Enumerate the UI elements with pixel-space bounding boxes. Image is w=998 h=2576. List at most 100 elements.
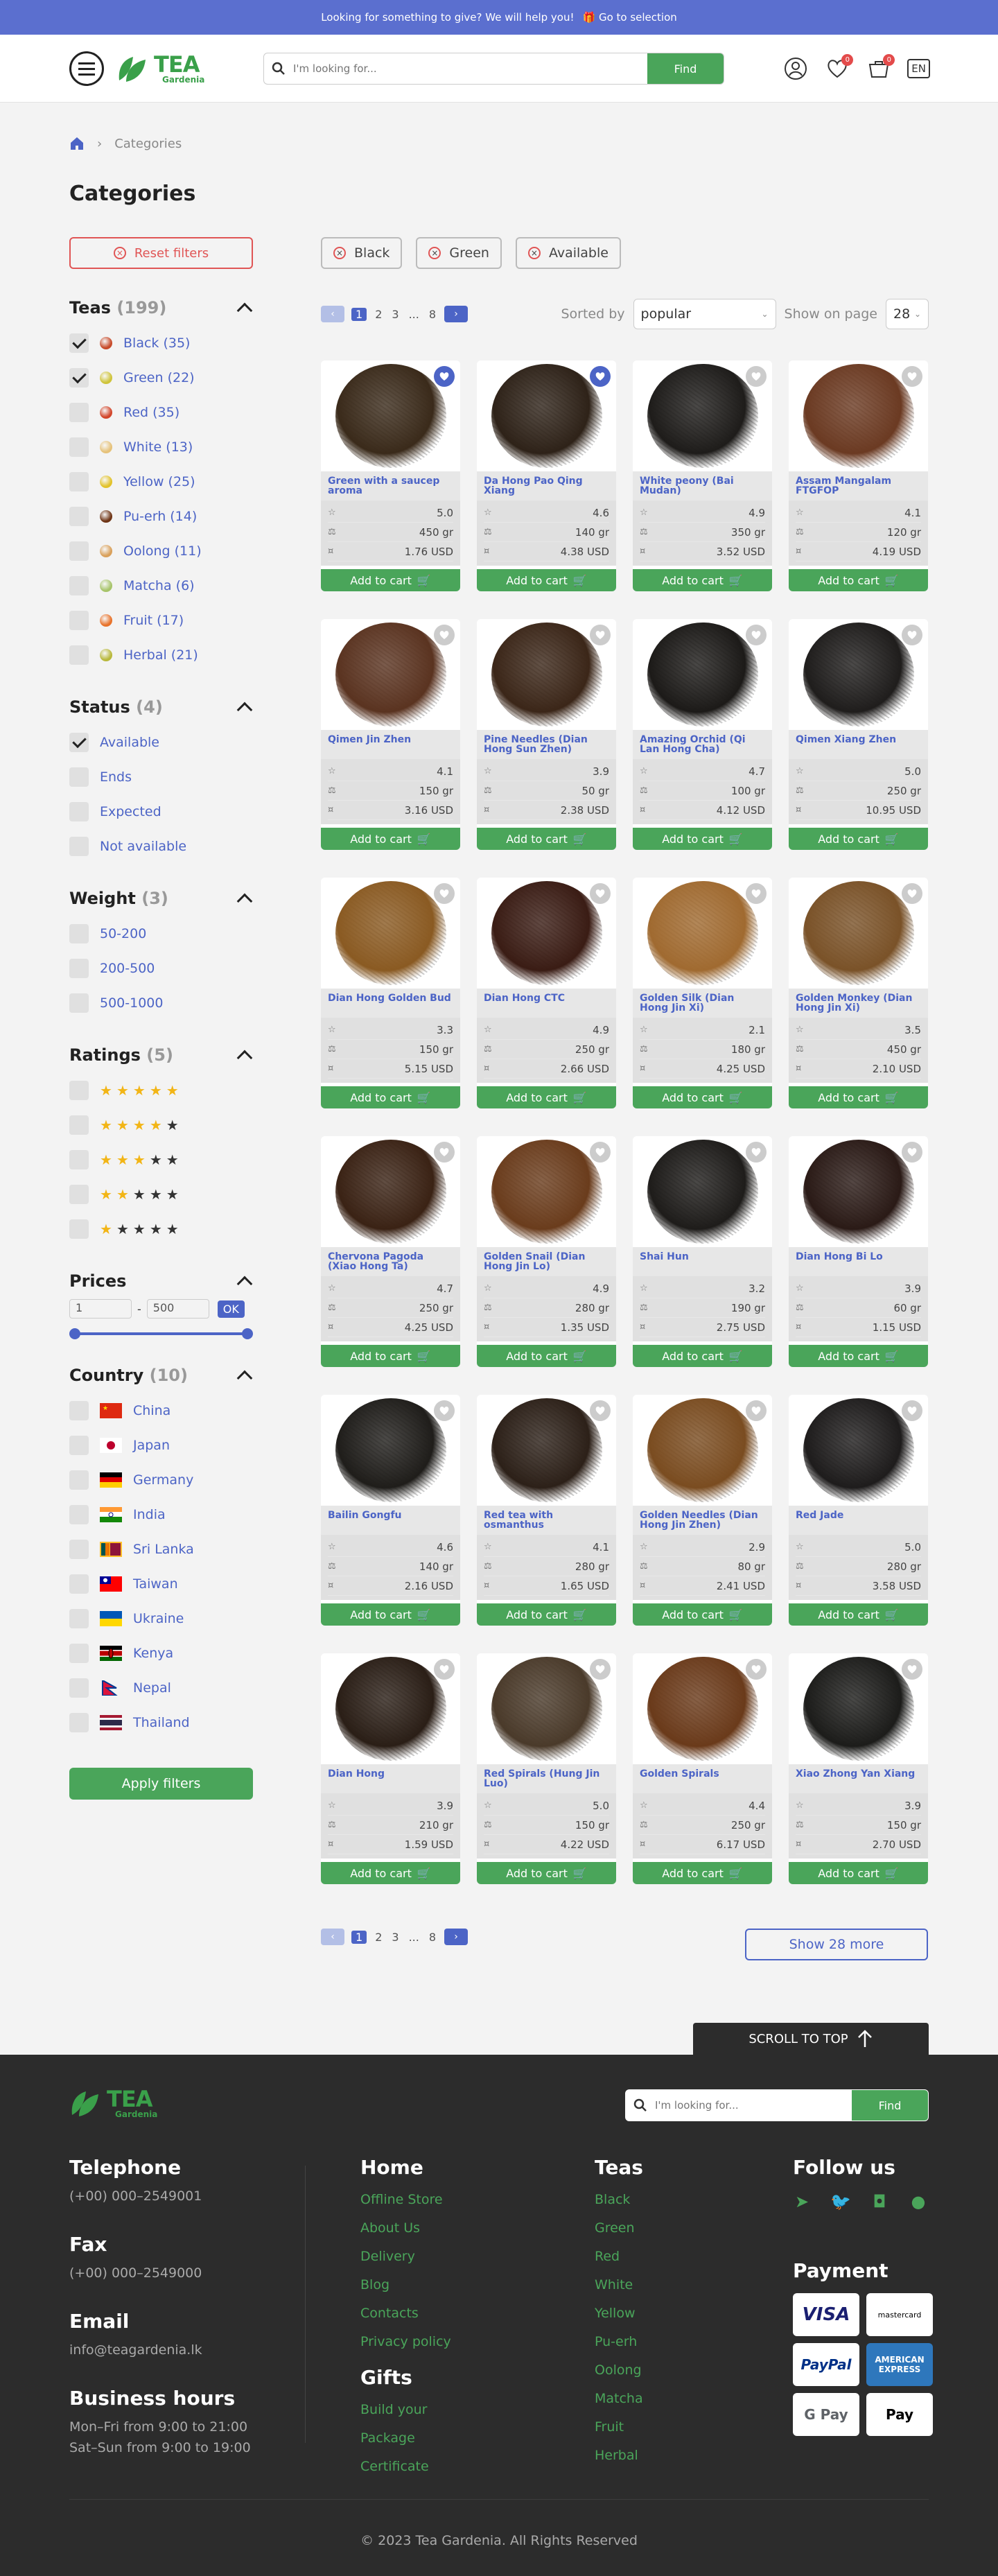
add-to-cart-button[interactable]: Add to cart 🛒: [321, 1603, 460, 1626]
chevron-up-icon[interactable]: [236, 1050, 253, 1066]
filter-chip[interactable]: × Black: [321, 237, 403, 269]
filter-option-weight[interactable]: 200-500: [69, 951, 253, 986]
menu-button[interactable]: [69, 51, 104, 86]
product-name[interactable]: Red Spirals (Hung Jin Luo): [477, 1764, 616, 1793]
filter-option-country[interactable]: ★ China: [69, 1393, 253, 1428]
footer-link[interactable]: Herbal: [595, 2442, 643, 2470]
checkbox[interactable]: [69, 1540, 89, 1559]
page-number[interactable]: 2: [374, 1931, 383, 1944]
checkbox[interactable]: [69, 1115, 89, 1135]
account-icon[interactable]: [782, 55, 809, 82]
product-name[interactable]: Green with a saucep aroma: [321, 471, 460, 501]
product-name[interactable]: Golden Monkey (Dian Hong Jin Xi): [789, 989, 928, 1018]
checkbox[interactable]: [69, 1219, 89, 1239]
site-logo[interactable]: TEA Gardenia: [116, 53, 204, 85]
search-input[interactable]: [293, 53, 647, 84]
checkbox[interactable]: [69, 611, 89, 630]
footer-link[interactable]: Pu-erh: [595, 2328, 643, 2356]
cart-icon[interactable]: 0: [866, 54, 895, 82]
telegram-icon[interactable]: ➤: [793, 2192, 811, 2211]
checkbox[interactable]: [69, 1505, 89, 1524]
heart-icon[interactable]: [434, 883, 455, 904]
filter-option-tea[interactable]: Yellow (25): [69, 464, 253, 499]
page-number[interactable]: 1: [351, 1930, 367, 1944]
product-name[interactable]: Red tea with osmanthus: [477, 1506, 616, 1535]
show-more-button[interactable]: Show 28 more: [745, 1929, 928, 1960]
footer-link[interactable]: Fruit: [595, 2413, 643, 2442]
favorites-icon[interactable]: 0: [824, 54, 854, 82]
footer-link[interactable]: Offline Store: [360, 2186, 451, 2214]
filter-option-status[interactable]: Expected: [69, 794, 253, 829]
checkbox[interactable]: [69, 472, 89, 491]
price-min-input[interactable]: 1: [69, 1299, 132, 1319]
chevron-up-icon[interactable]: [236, 893, 253, 910]
checkbox[interactable]: [69, 1470, 89, 1490]
filter-chip[interactable]: × Available: [515, 237, 621, 269]
add-to-cart-button[interactable]: Add to cart 🛒: [477, 1603, 616, 1626]
footer-link[interactable]: Red: [595, 2243, 643, 2271]
sort-select[interactable]: popular ⌄: [633, 299, 776, 329]
heart-icon[interactable]: [902, 883, 922, 904]
next-page-button[interactable]: ›: [444, 306, 469, 322]
heart-icon[interactable]: [590, 1142, 611, 1163]
page-number[interactable]: 2: [374, 308, 383, 321]
footer-link[interactable]: White: [595, 2271, 643, 2299]
heart-icon[interactable]: [746, 625, 767, 645]
close-circle-icon[interactable]: ×: [527, 247, 541, 259]
close-circle-icon[interactable]: ×: [428, 247, 441, 259]
checkbox[interactable]: [69, 1678, 89, 1698]
add-to-cart-button[interactable]: Add to cart 🛒: [789, 1603, 928, 1626]
filter-option-tea[interactable]: Black (35): [69, 326, 253, 360]
price-slider-max-handle[interactable]: [242, 1328, 253, 1339]
product-name[interactable]: Golden Silk (Dian Hong Jin Xi): [633, 989, 772, 1018]
filter-option-country[interactable]: Thailand: [69, 1705, 253, 1740]
filter-option-rating[interactable]: ★ ★ ★ ★ ★: [69, 1073, 253, 1108]
footer-link[interactable]: Privacy policy: [360, 2328, 451, 2356]
filter-option-tea[interactable]: White (13): [69, 430, 253, 464]
checkbox[interactable]: [69, 1574, 89, 1594]
add-to-cart-button[interactable]: Add to cart 🛒: [477, 828, 616, 850]
heart-icon[interactable]: [590, 1400, 611, 1421]
checkbox[interactable]: [69, 993, 89, 1013]
add-to-cart-button[interactable]: Add to cart 🛒: [321, 1086, 460, 1108]
product-name[interactable]: Dian Hong CTC: [477, 989, 616, 1018]
product-name[interactable]: Golden Needles (Dian Hong Jin Zhen): [633, 1506, 772, 1535]
footer-link[interactable]: Build your: [360, 2396, 451, 2424]
product-name[interactable]: Chervona Pagoda (Xiao Hong Ta): [321, 1247, 460, 1276]
filter-option-status[interactable]: Ends: [69, 760, 253, 794]
add-to-cart-button[interactable]: Add to cart 🛒: [633, 569, 772, 591]
product-name[interactable]: Xiao Zhong Yan Xiang: [789, 1764, 928, 1793]
heart-icon[interactable]: [746, 1659, 767, 1680]
add-to-cart-button[interactable]: Add to cart 🛒: [477, 1345, 616, 1367]
add-to-cart-button[interactable]: Add to cart 🛒: [789, 828, 928, 850]
filter-option-tea[interactable]: Matcha (6): [69, 568, 253, 603]
checkbox[interactable]: [69, 576, 89, 595]
footer-link[interactable]: Yellow: [595, 2299, 643, 2328]
filter-option-weight[interactable]: 50-200: [69, 916, 253, 951]
chevron-up-icon[interactable]: [236, 702, 253, 718]
heart-icon[interactable]: [590, 366, 611, 387]
filter-option-country[interactable]: Japan: [69, 1428, 253, 1463]
email-value[interactable]: info@teagardenia.lk: [69, 2340, 251, 2360]
filter-option-rating[interactable]: ★ ★ ★ ★ ★: [69, 1142, 253, 1177]
apply-filters-button[interactable]: Apply filters: [69, 1768, 253, 1800]
checkbox[interactable]: [69, 437, 89, 457]
add-to-cart-button[interactable]: Add to cart 🛒: [633, 1086, 772, 1108]
product-name[interactable]: Da Hong Pao Qing Xiang: [477, 471, 616, 501]
price-slider-min-handle[interactable]: [69, 1328, 80, 1339]
filter-option-tea[interactable]: Herbal (21): [69, 638, 253, 672]
filter-option-weight[interactable]: 500-1000: [69, 986, 253, 1020]
heart-icon[interactable]: [746, 883, 767, 904]
checkbox[interactable]: [69, 837, 89, 856]
scroll-to-top-button[interactable]: SCROLL TO TOP: [693, 2023, 929, 2055]
filter-option-rating[interactable]: ★ ★ ★ ★ ★: [69, 1212, 253, 1246]
footer-search-input[interactable]: [655, 2090, 852, 2121]
product-name[interactable]: Dian Hong: [321, 1764, 460, 1793]
filter-option-status[interactable]: Available: [69, 725, 253, 760]
filter-option-status[interactable]: Not available: [69, 829, 253, 864]
checkbox[interactable]: [69, 403, 89, 422]
heart-icon[interactable]: [746, 1142, 767, 1163]
filter-option-tea[interactable]: Red (35): [69, 395, 253, 430]
product-name[interactable]: Shai Hun: [633, 1247, 772, 1276]
heart-icon[interactable]: [590, 883, 611, 904]
